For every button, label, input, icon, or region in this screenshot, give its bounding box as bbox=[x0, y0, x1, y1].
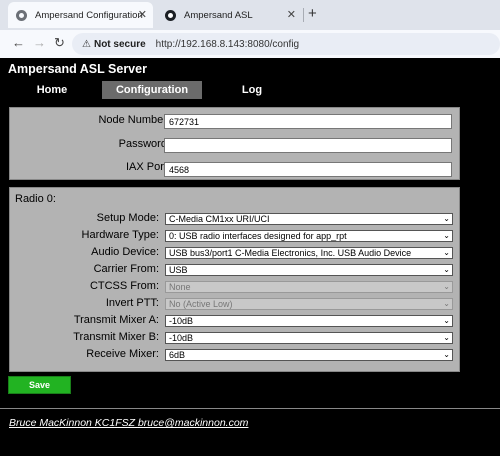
setup-mode-value: C-Media CM1xx URI/UCI bbox=[169, 214, 270, 224]
page-title: Ampersand ASL Server bbox=[8, 62, 147, 76]
nav-home[interactable]: Home bbox=[8, 81, 96, 99]
address-bar[interactable]: ⚠ Not secure http://192.168.8.143:8080/c… bbox=[72, 33, 500, 55]
transmit-mixer-b-label: Transmit Mixer B: bbox=[73, 331, 159, 343]
carrier-from-value: USB bbox=[169, 265, 188, 275]
close-icon[interactable]: ✕ bbox=[287, 8, 296, 21]
ctcss-from-label: CTCSS From: bbox=[89, 280, 159, 292]
chevron-down-icon: ⌄ bbox=[443, 333, 450, 342]
receive-mixer-value: 6dB bbox=[169, 350, 186, 360]
node-number-input[interactable] bbox=[164, 114, 452, 129]
tab-title: Ampersand Configuration bbox=[35, 9, 143, 21]
audio-device-select[interactable]: USB bus3/port1 C-Media Electronics, Inc.… bbox=[165, 247, 453, 259]
transmit-mixer-b-value: -10dB bbox=[169, 333, 194, 343]
chevron-down-icon: ⌄ bbox=[443, 350, 450, 359]
invert-ptt-value: No (Active Low) bbox=[169, 299, 233, 309]
browser-chrome: Ampersand Configuration ✕ Ampersand ASL … bbox=[0, 0, 500, 58]
url-text[interactable]: http://192.168.8.143:8080/config bbox=[156, 39, 299, 50]
save-button[interactable]: Save bbox=[8, 376, 71, 394]
audio-device-label: Audio Device: bbox=[91, 246, 159, 258]
new-tab-button[interactable]: + bbox=[308, 5, 317, 22]
reload-icon[interactable]: ↻ bbox=[54, 35, 65, 51]
security-label[interactable]: Not secure bbox=[94, 39, 146, 50]
receive-mixer-label: Receive Mixer: bbox=[86, 348, 159, 360]
invert-ptt-select: No (Active Low) ⌄ bbox=[165, 298, 453, 310]
footer-link[interactable]: Bruce MacKinnon KC1FSZ bruce@mackinnon.c… bbox=[9, 417, 248, 429]
nav-log[interactable]: Log bbox=[208, 81, 296, 99]
tab-strip: Ampersand Configuration ✕ Ampersand ASL … bbox=[0, 0, 500, 30]
iax-port-input[interactable] bbox=[164, 162, 452, 177]
warning-icon[interactable]: ⚠ bbox=[82, 39, 91, 50]
tab-title: Ampersand ASL bbox=[184, 9, 253, 21]
chevron-down-icon: ⌄ bbox=[443, 282, 450, 291]
chevron-down-icon: ⌄ bbox=[443, 214, 450, 223]
carrier-from-select[interactable]: USB ⌄ bbox=[165, 264, 453, 276]
transmit-mixer-a-select[interactable]: -10dB ⌄ bbox=[165, 315, 453, 327]
transmit-mixer-a-label: Transmit Mixer A: bbox=[73, 314, 159, 326]
chevron-down-icon: ⌄ bbox=[443, 316, 450, 325]
hardware-type-label: Hardware Type: bbox=[81, 229, 159, 241]
node-number-label: Node Number: bbox=[98, 114, 170, 126]
back-arrow-icon[interactable]: ← bbox=[12, 35, 25, 50]
ctcss-from-value: None bbox=[169, 282, 191, 292]
close-icon[interactable]: ✕ bbox=[138, 8, 147, 21]
ctcss-from-select: None ⌄ bbox=[165, 281, 453, 293]
chevron-down-icon: ⌄ bbox=[443, 231, 450, 240]
password-label: Password: bbox=[118, 138, 170, 150]
forward-arrow-icon[interactable]: → bbox=[33, 35, 46, 50]
audio-device-value: USB bus3/port1 C-Media Electronics, Inc.… bbox=[169, 248, 412, 258]
invert-ptt-label: Invert PTT: bbox=[105, 297, 159, 309]
toolbar: ← → ↻ ⚠ Not secure http://192.168.8.143:… bbox=[0, 30, 500, 58]
tab-separator bbox=[303, 8, 304, 22]
page-content: Ampersand ASL Server Home Configuration … bbox=[0, 58, 500, 456]
hardware-type-select[interactable]: 0: USB radio interfaces designed for app… bbox=[165, 230, 453, 242]
tab-ampersand-configuration[interactable]: Ampersand Configuration ✕ bbox=[8, 2, 153, 28]
github-icon bbox=[165, 9, 176, 21]
radio-settings-panel: Radio 0: Setup Mode: C-Media CM1xx URI/U… bbox=[9, 187, 460, 372]
transmit-mixer-b-select[interactable]: -10dB ⌄ bbox=[165, 332, 453, 344]
setup-mode-select[interactable]: C-Media CM1xx URI/UCI ⌄ bbox=[165, 213, 453, 225]
hardware-type-value: 0: USB radio interfaces designed for app… bbox=[169, 231, 347, 241]
node-settings-panel: Node Number: Password: IAX Port: bbox=[9, 107, 460, 180]
gear-icon bbox=[16, 9, 27, 21]
setup-mode-label: Setup Mode: bbox=[96, 212, 159, 224]
password-input[interactable] bbox=[164, 138, 452, 153]
radio-section-title: Radio 0: bbox=[15, 193, 56, 205]
carrier-from-label: Carrier From: bbox=[93, 263, 159, 275]
transmit-mixer-a-value: -10dB bbox=[169, 316, 194, 326]
receive-mixer-select[interactable]: 6dB ⌄ bbox=[165, 349, 453, 361]
footer-divider bbox=[0, 408, 500, 409]
chevron-down-icon: ⌄ bbox=[443, 299, 450, 308]
chevron-down-icon: ⌄ bbox=[443, 265, 450, 274]
tab-ampersand-asl[interactable]: Ampersand ASL ✕ bbox=[157, 2, 302, 28]
nav-configuration[interactable]: Configuration bbox=[102, 81, 202, 99]
chevron-down-icon: ⌄ bbox=[443, 248, 450, 257]
